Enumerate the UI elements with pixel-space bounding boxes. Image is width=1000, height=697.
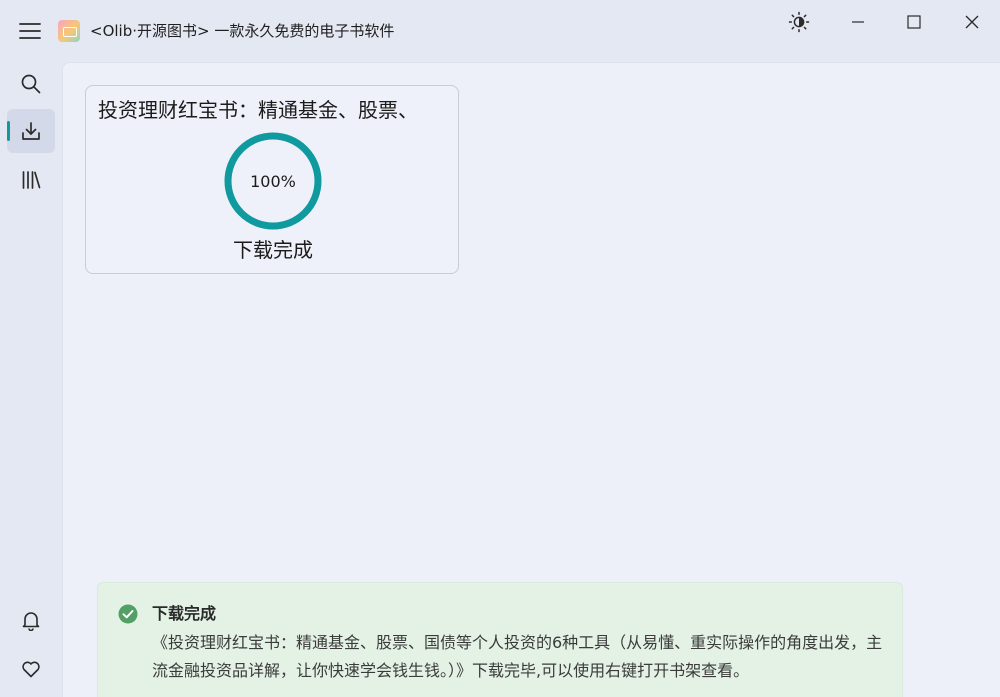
sidebar-item-notifications[interactable] xyxy=(7,598,55,642)
notification-message: 《投资理财红宝书：精通基金、股票、国债等个人投资的6种工具（从易懂、重实际操作的… xyxy=(152,633,883,680)
hamburger-menu-icon[interactable] xyxy=(16,19,44,43)
search-icon xyxy=(21,74,41,94)
download-card[interactable]: 投资理财红宝书：精通基金、股票、 100% 下载完成 xyxy=(85,85,459,274)
sidebar-item-search[interactable] xyxy=(7,62,55,106)
sidebar xyxy=(0,62,62,697)
progress-percent: 100% xyxy=(250,171,296,191)
check-circle-icon xyxy=(118,604,138,624)
sidebar-item-favorites[interactable] xyxy=(7,647,55,691)
maximize-icon xyxy=(907,15,921,29)
maximize-button[interactable] xyxy=(886,0,942,44)
close-icon xyxy=(965,15,979,29)
app-logo-icon xyxy=(58,20,80,42)
notification-title: 下载完成 xyxy=(152,604,217,623)
bookshelf-icon xyxy=(22,171,41,189)
minimize-icon xyxy=(852,21,864,23)
download-status: 下载完成 xyxy=(233,238,313,262)
close-button[interactable] xyxy=(944,0,1000,44)
window-title: <Olib·开源图书> 一款永久免费的电子书软件 xyxy=(90,22,395,40)
book-title: 投资理财红宝书：精通基金、股票、 xyxy=(98,98,418,122)
theme-toggle-button[interactable] xyxy=(771,0,827,44)
sidebar-item-downloads[interactable] xyxy=(7,109,55,153)
download-icon xyxy=(22,122,40,140)
main-content: 投资理财红宝书：精通基金、股票、 100% 下载完成 下载完成 《投资理财红宝书… xyxy=(62,62,1000,697)
title-bar: <Olib·开源图书> 一款永久免费的电子书软件 xyxy=(0,0,1000,62)
bell-icon xyxy=(22,612,40,631)
brightness-icon xyxy=(788,11,810,33)
notification-toast: 下载完成 《投资理财红宝书：精通基金、股票、国债等个人投资的6种工具（从易懂、重… xyxy=(97,582,903,697)
minimize-button[interactable] xyxy=(830,0,886,44)
heart-icon xyxy=(22,661,40,678)
sidebar-item-library[interactable] xyxy=(7,158,55,202)
